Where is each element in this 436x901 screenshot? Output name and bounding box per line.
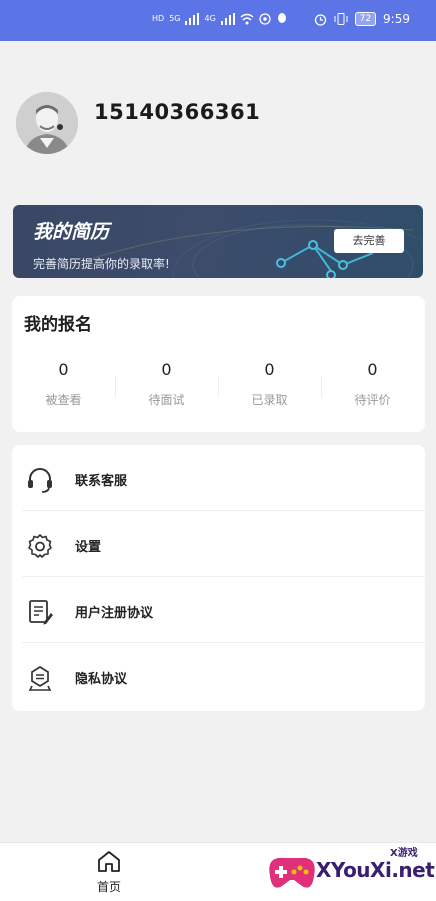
- battery-indicator: 72: [354, 12, 377, 26]
- menu-card: 联系客服 设置 用户注册协议 隐私协议: [12, 445, 425, 711]
- resume-title: 我的简历: [33, 221, 110, 243]
- status-time: 9:59: [383, 12, 410, 26]
- stat-label: 被查看: [45, 393, 82, 407]
- stat-value: 0: [161, 360, 172, 379]
- complete-resume-button[interactable]: 去完善: [334, 229, 404, 253]
- headset-icon: [28, 468, 52, 493]
- gear-icon: [28, 534, 52, 558]
- stat-hired[interactable]: 0 已录取: [218, 360, 321, 408]
- stat-pending-interview[interactable]: 0 待面试: [115, 360, 218, 408]
- profile-header[interactable]: 15140366361: [16, 92, 416, 154]
- my-signups-card: 我的报名 0 被查看 0 待面试 0 已录取 0 待评价: [12, 296, 425, 432]
- watermark-brand: XYouXi.net: [316, 858, 435, 882]
- notification-icon: [259, 12, 271, 25]
- gamepad-logo-icon: [269, 857, 315, 888]
- menu-label: 设置: [75, 540, 102, 555]
- tab-home-label: 首页: [96, 880, 121, 894]
- menu-item-customer-service[interactable]: 联系客服: [12, 445, 425, 511]
- document-edit-icon: [29, 600, 53, 625]
- signal-icon-2: [220, 12, 235, 25]
- signups-title: 我的报名: [24, 315, 92, 335]
- menu-label: 隐私协议: [75, 672, 128, 687]
- watermark-tag: X游戏: [390, 848, 418, 859]
- status-bar: HD 5G 4G 72 9:59: [0, 0, 436, 41]
- menu-item-user-agreement[interactable]: 用户注册协议: [12, 577, 425, 643]
- privacy-badge-icon: [28, 665, 52, 691]
- stat-value: 0: [367, 360, 378, 379]
- network-4g-label: 4G: [204, 13, 216, 23]
- status-system-group: 72 9:59: [314, 12, 410, 26]
- hd-badge: HD: [152, 13, 165, 23]
- user-phone-number: 15140366361: [94, 100, 261, 124]
- avatar-image: [16, 92, 78, 154]
- vibrate-icon: [334, 13, 348, 25]
- stat-value: 0: [264, 360, 275, 379]
- menu-item-settings[interactable]: 设置: [12, 511, 425, 577]
- menu-item-privacy-policy[interactable]: 隐私协议: [12, 643, 425, 709]
- network-5g-label: 5G: [169, 13, 181, 23]
- stat-label: 待评价: [354, 393, 391, 407]
- wifi-icon: [240, 13, 254, 24]
- avatar[interactable]: [16, 92, 78, 154]
- tab-home[interactable]: 首页: [84, 849, 134, 895]
- resume-banner[interactable]: 我的简历 完善简历提高你的录取率! 去完善: [13, 205, 423, 278]
- stat-pending-review[interactable]: 0 待评价: [321, 360, 424, 408]
- home-icon: [98, 851, 120, 872]
- resume-subtitle: 完善简历提高你的录取率!: [33, 257, 170, 271]
- site-watermark: X游戏 XYouXi.net: [262, 838, 436, 900]
- signal-icon: [185, 12, 200, 25]
- menu-label: 联系客服: [75, 474, 128, 489]
- stat-label: 已录取: [251, 393, 288, 407]
- stat-viewed[interactable]: 0 被查看: [12, 360, 115, 408]
- stat-label: 待面试: [148, 393, 185, 407]
- qq-icon: [277, 13, 286, 23]
- menu-label: 用户注册协议: [75, 606, 154, 621]
- alarm-icon: [314, 13, 326, 26]
- status-network-group: HD 5G 4G: [152, 12, 288, 25]
- stat-value: 0: [58, 360, 69, 379]
